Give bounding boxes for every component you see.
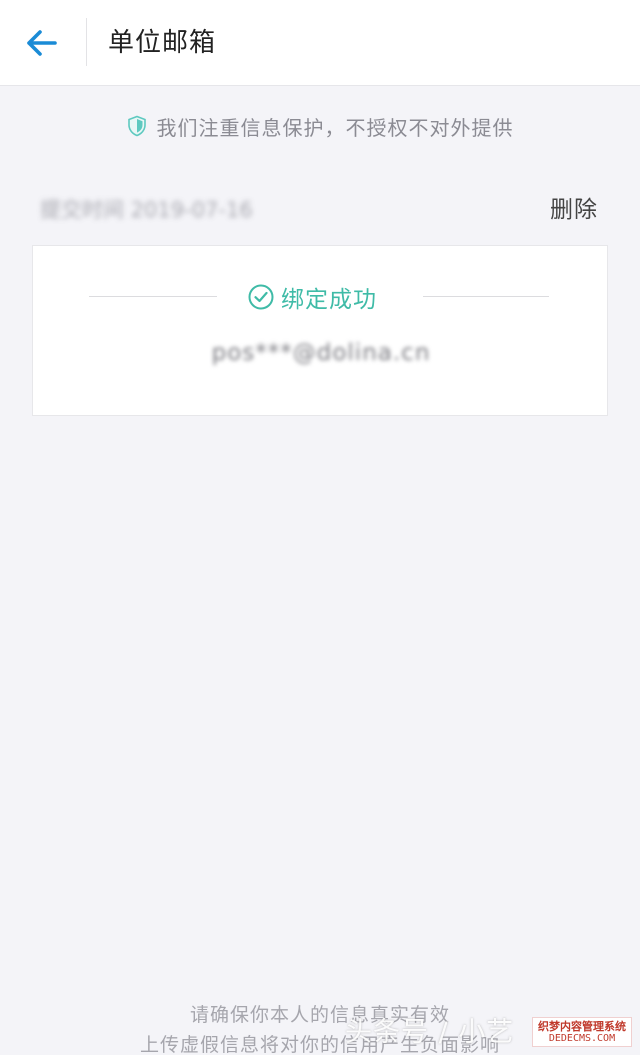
- arrow-left-icon: [27, 30, 57, 56]
- page: 单位邮箱 我们注重信息保护，不授权不对外提供 提交时间 2019-07-16 删…: [0, 0, 640, 1055]
- submission-row: 提交时间 2019-07-16 删除: [40, 188, 600, 228]
- status-divider-right: [423, 296, 549, 297]
- header-divider: [86, 18, 87, 66]
- submission-time: 提交时间 2019-07-16: [40, 198, 253, 222]
- bound-email: pos***@dolina.cn: [211, 340, 431, 366]
- app-header: 单位邮箱: [0, 0, 640, 86]
- delete-button[interactable]: 删除: [550, 190, 598, 224]
- status-divider-left: [89, 296, 217, 297]
- badge-top-text: 织梦内容管理系统: [538, 1019, 626, 1033]
- privacy-notice-text: 我们注重信息保护，不授权不对外提供: [156, 115, 514, 140]
- privacy-notice: 我们注重信息保护，不授权不对外提供: [0, 110, 640, 142]
- binding-status: 绑定成功: [247, 280, 397, 314]
- binding-status-text: 绑定成功: [281, 287, 377, 313]
- toutiao-watermark: 头条号 / 小艺: [345, 1017, 515, 1048]
- dedecms-watermark-badge: 织梦内容管理系统 DEDECMS.COM: [532, 1017, 632, 1047]
- back-button[interactable]: [20, 22, 64, 64]
- check-circle-icon: [248, 284, 274, 310]
- badge-bottom-text: DEDECMS.COM: [548, 1032, 616, 1044]
- shield-icon: [127, 115, 146, 137]
- page-title: 单位邮箱: [108, 28, 217, 58]
- binding-status-card: 绑定成功 pos***@dolina.cn: [32, 245, 608, 416]
